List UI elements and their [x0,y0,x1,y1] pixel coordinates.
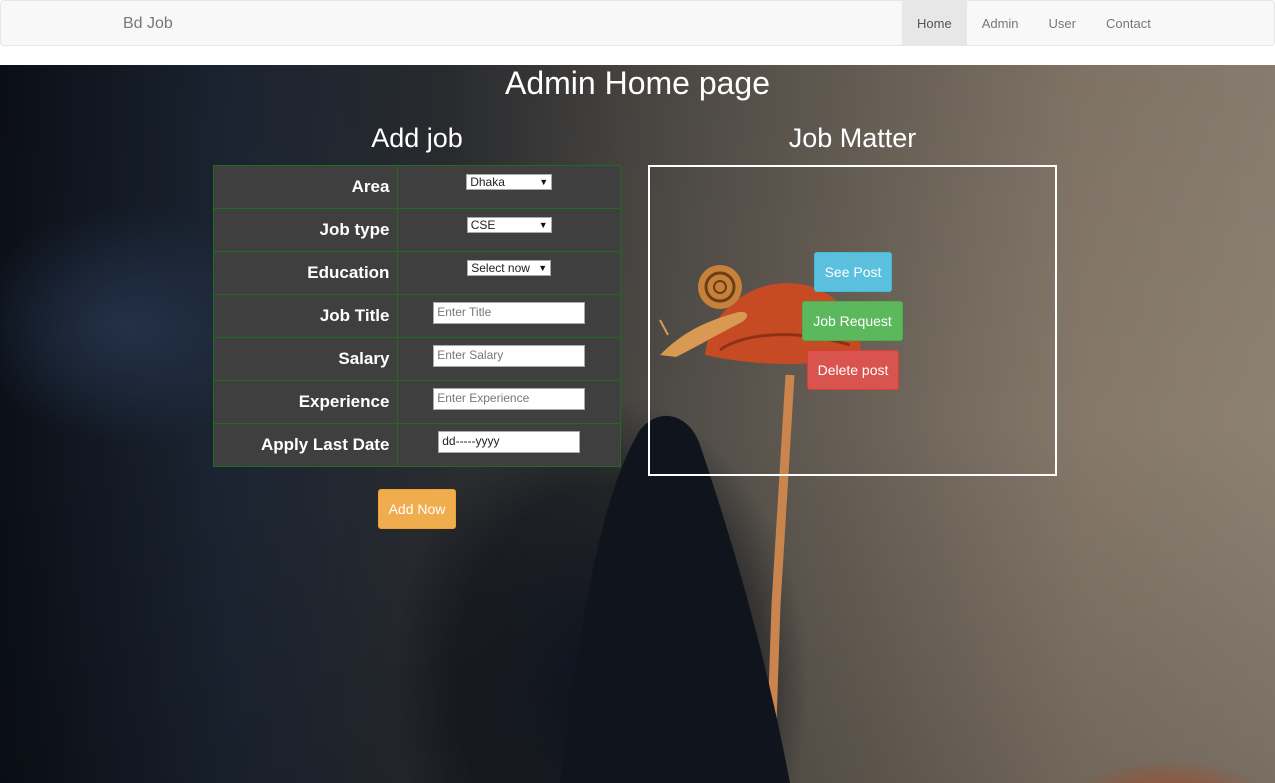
education-select-value: Select now [471,261,530,275]
add-now-button[interactable]: Add Now [378,489,456,529]
area-label: Area [212,165,399,209]
apply-last-date-label: Apply Last Date [212,423,399,467]
chevron-down-icon: ▼ [538,263,548,273]
area-select-value: Dhaka [470,175,505,189]
nav-item-home[interactable]: Home [902,1,967,46]
form-row-salary: Salary Enter Salary [212,337,621,381]
chevron-down-icon: ▼ [538,220,548,230]
experience-label: Experience [212,380,399,424]
form-row-education: Education Select now ▼ [212,251,621,295]
form-row-apply-last-date: Apply Last Date dd-----yyyy [212,423,621,467]
form-row-experience: Experience Enter Experience [212,380,621,424]
job-request-button[interactable]: Job Request [802,301,903,341]
education-select[interactable]: Select now ▼ [467,260,552,276]
job-matter-title: Job Matter [788,123,917,153]
snail-mushroom-image [560,265,861,783]
salary-input[interactable]: Enter Salary [433,345,586,367]
job-type-label: Job type [212,208,399,252]
see-post-button[interactable]: See Post [814,252,892,292]
nav-item-user[interactable]: User [1034,1,1091,46]
job-type-select[interactable]: CSE ▼ [466,217,552,233]
page-title: Admin Home page [504,65,771,101]
nav-item-contact[interactable]: Contact [1091,1,1166,46]
nav-item-admin[interactable]: Admin [967,1,1034,46]
add-job-form: Area Dhaka ▼ Job type CSE ▼ Education Se… [212,165,621,467]
brand-link[interactable]: Bd Job [123,15,173,33]
salary-label: Salary [212,337,399,381]
form-row-job-type: Job type CSE ▼ [212,208,621,252]
navbar: Bd Job Home Admin User Contact [0,0,1275,46]
apply-last-date-input[interactable]: dd-----yyyy [438,431,581,453]
education-label: Education [212,251,399,295]
job-type-select-value: CSE [470,218,496,232]
delete-post-button[interactable]: Delete post [807,350,899,390]
area-select[interactable]: Dhaka ▼ [466,174,553,190]
job-title-label: Job Title [212,294,399,338]
hero-background: Admin Home page Add job Job Matter Area … [0,65,1275,783]
add-job-title: Add job [371,123,463,153]
job-title-input[interactable]: Enter Title [433,302,586,324]
form-row-area: Area Dhaka ▼ [212,165,621,209]
experience-input[interactable]: Enter Experience [433,388,586,410]
chevron-down-icon: ▼ [539,177,549,187]
form-row-job-title: Job Title Enter Title [212,294,621,338]
nav-menu: Home Admin User Contact [902,1,1166,46]
